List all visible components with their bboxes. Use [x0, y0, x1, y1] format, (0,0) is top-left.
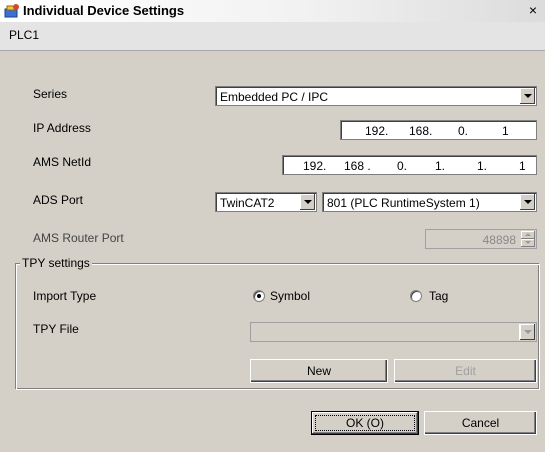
title-bar: Individual Device Settings ×	[0, 0, 545, 23]
edit-button: Edit	[394, 359, 537, 383]
spin-down-icon	[521, 239, 535, 247]
app-icon	[4, 4, 19, 18]
ams-part-2[interactable]: 168 .	[344, 159, 371, 173]
ip-octet-1[interactable]: 192.	[365, 124, 388, 138]
ip-octet-2[interactable]: 168.	[409, 124, 432, 138]
ams-part-5[interactable]: 1.	[477, 159, 487, 173]
ads-port-label: ADS Port	[33, 193, 84, 207]
window-title: Individual Device Settings	[23, 3, 185, 18]
ams-router-port-spinner: 48898	[425, 229, 537, 249]
ip-address-label: IP Address	[33, 121, 91, 135]
ams-part-1[interactable]: 192.	[303, 159, 326, 173]
ams-router-port-label: AMS Router Port	[33, 231, 124, 245]
tag-radio-label[interactable]: Tag	[429, 289, 448, 303]
ip-address-field[interactable]: 192. 168. 0. 1	[340, 120, 537, 140]
ams-part-4[interactable]: 1.	[435, 159, 445, 173]
twincat-version-dropdown[interactable]: TwinCAT2	[215, 192, 317, 212]
close-icon[interactable]: ×	[525, 2, 541, 18]
ok-button[interactable]: OK (O)	[311, 411, 419, 435]
ams-netid-label: AMS NetId	[33, 155, 92, 169]
chevron-down-icon[interactable]	[519, 194, 535, 210]
ams-part-6[interactable]: 1	[519, 159, 526, 173]
chevron-down-icon[interactable]	[299, 194, 315, 210]
chevron-down-icon	[519, 324, 535, 340]
cancel-button[interactable]: Cancel	[424, 411, 537, 435]
tpy-file-label: TPY File	[33, 322, 79, 336]
ams-part-3[interactable]: 0.	[397, 159, 407, 173]
series-label: Series	[33, 87, 68, 101]
device-name: PLC1	[9, 28, 40, 42]
ip-octet-3[interactable]: 0.	[458, 124, 468, 138]
import-type-label: Import Type	[33, 289, 97, 303]
tpy-file-dropdown	[250, 322, 537, 342]
device-header: PLC1	[0, 22, 545, 51]
tpy-settings-title: TPY settings	[20, 256, 92, 270]
spin-up-icon	[521, 231, 535, 239]
new-button[interactable]: New	[250, 359, 388, 383]
twincat-version-value: TwinCAT2	[220, 196, 275, 210]
ams-router-port-value: 48898	[482, 233, 516, 247]
series-dropdown[interactable]: Embedded PC / IPC	[215, 86, 537, 106]
symbol-radio[interactable]	[253, 290, 265, 302]
focus-ring	[315, 415, 415, 431]
ams-netid-field[interactable]: 192. 168 . 0. 1. 1. 1	[282, 155, 537, 175]
ads-port-value: 801 (PLC RuntimeSystem 1)	[327, 196, 480, 210]
symbol-radio-label[interactable]: Symbol	[270, 289, 310, 303]
spin-arrows-icon	[521, 231, 535, 247]
ads-port-dropdown[interactable]: 801 (PLC RuntimeSystem 1)	[322, 192, 537, 212]
tag-radio[interactable]	[410, 290, 422, 302]
chevron-down-icon[interactable]	[519, 88, 535, 104]
ip-octet-4[interactable]: 1	[502, 124, 509, 138]
series-value: Embedded PC / IPC	[220, 90, 329, 104]
